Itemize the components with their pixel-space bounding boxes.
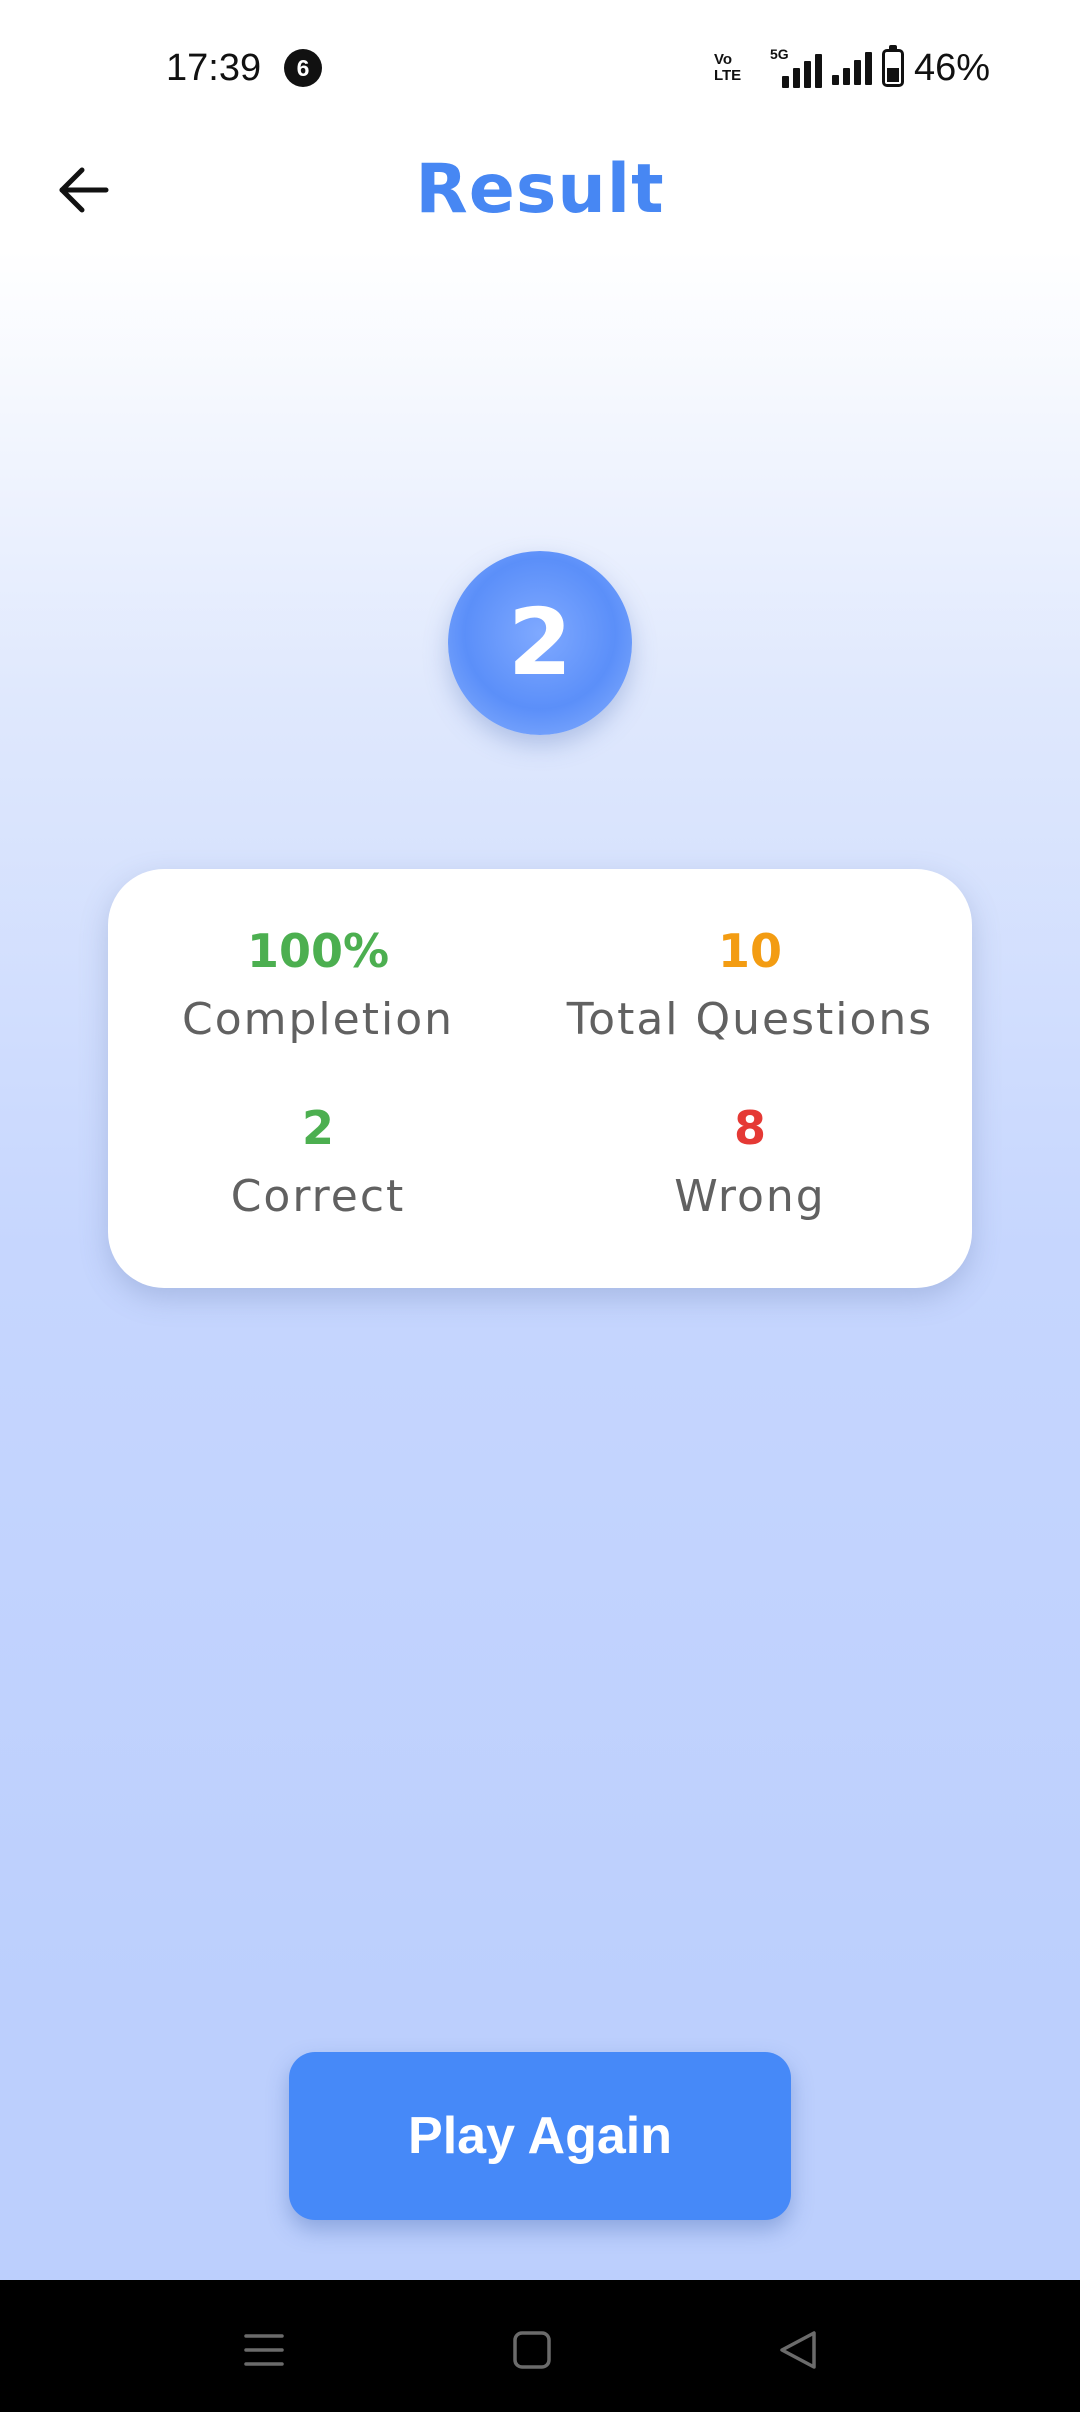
volte-label-bottom: LTE xyxy=(713,67,742,84)
status-time: 17:39 xyxy=(166,47,262,89)
nav-back-button[interactable] xyxy=(758,2310,838,2390)
triangle-back-icon xyxy=(780,2331,816,2369)
notification-count-badge: 6 xyxy=(284,49,322,87)
square-home-icon xyxy=(513,2331,551,2369)
wrong-value: 8 xyxy=(733,1101,766,1155)
battery-icon xyxy=(881,45,904,87)
stat-wrong: 8 Wrong xyxy=(540,1098,960,1230)
correct-value: 2 xyxy=(301,1101,334,1155)
status-bar: 17:39 6 Vo LTE 5G 46% xyxy=(0,0,1080,135)
battery-percent: 46% xyxy=(913,47,990,89)
nav-home-button[interactable] xyxy=(492,2310,572,2390)
total-questions-value: 10 xyxy=(717,924,782,978)
status-indicators: Vo LTE 5G 46% xyxy=(714,45,990,90)
signal-strength-icon xyxy=(831,51,872,85)
stat-completion: 100% Completion xyxy=(108,921,528,1053)
volte-icon: Vo LTE xyxy=(714,52,750,84)
page-title: Result xyxy=(415,150,665,229)
score-badge: 2 xyxy=(448,551,632,735)
stats-card: 100% Completion 10 Total Questions 2 Cor… xyxy=(108,869,972,1288)
completion-label: Completion xyxy=(181,994,454,1045)
menu-icon xyxy=(244,2334,284,2366)
nav-recents-button[interactable] xyxy=(224,2310,304,2390)
score-value: 2 xyxy=(507,589,572,696)
total-questions-label: Total Questions xyxy=(566,994,934,1045)
stat-total-questions: 10 Total Questions xyxy=(540,921,960,1053)
wrong-label: Wrong xyxy=(674,1171,826,1222)
signal-5g-icon: 5G xyxy=(760,46,822,88)
play-again-button[interactable]: Play Again xyxy=(289,2052,791,2220)
system-nav-bar xyxy=(0,2280,1080,2412)
stat-correct: 2 Correct xyxy=(108,1098,528,1230)
completion-value: 100% xyxy=(246,924,390,978)
volte-label-top: Vo xyxy=(713,51,732,68)
correct-label: Correct xyxy=(230,1171,406,1222)
